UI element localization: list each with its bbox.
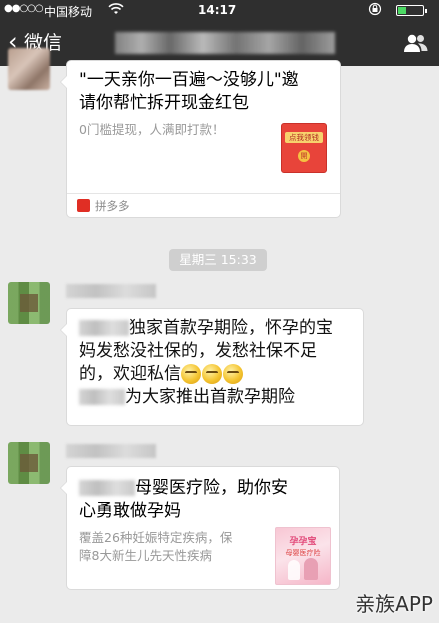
chat-message-list[interactable]: "一天亲你一百遍～没够儿"邀 请你帮忙拆开现金红包 0门槛提现，人满即打款！ 点…	[0, 48, 439, 623]
carrier-name: 中国移动	[44, 5, 93, 19]
sender-avatar[interactable]	[8, 442, 50, 484]
message-line: 的，欢迎私信	[79, 363, 361, 386]
card-source-name: 拼多多	[95, 199, 130, 213]
battery-icon	[396, 5, 427, 16]
message-line-text: 的，欢迎私信	[79, 364, 181, 384]
sender-avatar[interactable]	[8, 282, 50, 324]
thumbnail-figure	[304, 558, 318, 580]
red-packet-coin-icon: 開	[298, 150, 310, 162]
sender-name-blurred	[66, 284, 156, 298]
message-text: 独家首款孕期险，怀孕的宝 妈发愁没社保的，发愁社保不足 的，欢迎私信 为大家推出…	[79, 317, 361, 409]
card-description: 覆盖26种妊娠特定疾病，保 障8大新生儿先天性疾病	[79, 529, 274, 565]
card-title: 母婴医疗险，助你安 心勇敢做孕妈	[79, 477, 337, 523]
card-description-line: 覆盖26种妊娠特定疾病，保	[79, 530, 233, 545]
emoji-icon	[181, 364, 201, 384]
emoji-icon	[223, 364, 243, 384]
card-thumbnail: 孕孕宝 母婴医疗险	[275, 527, 331, 585]
text-message[interactable]: 独家首款孕期险，怀孕的宝 妈发愁没社保的，发愁社保不足 的，欢迎私信 为大家推出…	[60, 308, 364, 426]
redacted-text	[79, 389, 125, 405]
card-description: 0门槛提现，人满即打款！	[79, 122, 225, 137]
status-bar: ●●○○○ 中国移动 14:17	[0, 0, 439, 20]
message-line-text: 独家首款孕期险，怀孕的宝	[129, 318, 333, 338]
watermark: 亲族APP	[355, 592, 433, 616]
message-line: 为大家推出首款孕期险	[79, 386, 361, 409]
sender-avatar[interactable]	[8, 48, 50, 90]
card-title-line: "一天亲你一百遍～没够儿"邀	[79, 70, 299, 90]
message-line: 妈发愁没社保的，发愁社保不足	[79, 341, 317, 361]
card-source-footer: 拼多多	[67, 193, 340, 217]
sender-name-blurred	[66, 444, 156, 458]
signal-strength-icon: ●●○○○	[4, 3, 44, 14]
card-description-line: 障8大新生儿先天性疾病	[79, 548, 212, 563]
wifi-icon	[108, 2, 124, 19]
clock: 14:17	[198, 3, 237, 17]
pinduoduo-logo-icon	[77, 199, 90, 212]
link-card-message[interactable]: 母婴医疗险，助你安 心勇敢做孕妈 覆盖26种妊娠特定疾病，保 障8大新生儿先天性…	[60, 466, 340, 590]
redacted-text	[79, 320, 129, 336]
redacted-text	[79, 480, 135, 496]
card-title-text: 母婴医疗险，助你安	[135, 478, 288, 498]
chat-title-blurred	[115, 32, 335, 54]
message-line: 独家首款孕期险，怀孕的宝	[79, 317, 361, 340]
group-members-icon[interactable]	[403, 32, 429, 54]
message-timestamp: 星期三 15:33	[169, 249, 267, 271]
thumbnail-subtitle: 母婴医疗险	[285, 549, 321, 557]
orientation-lock-icon	[368, 2, 382, 19]
message-line-text: 为大家推出首款孕期险	[125, 387, 295, 407]
link-card-message[interactable]: "一天亲你一百遍～没够儿"邀 请你帮忙拆开现金红包 0门槛提现，人满即打款！ 点…	[60, 60, 341, 218]
card-title-line: 母婴医疗险，助你安	[79, 477, 337, 500]
emoji-icon	[202, 364, 222, 384]
card-title: "一天亲你一百遍～没够儿"邀 请你帮忙拆开现金红包	[79, 69, 337, 115]
red-packet-label: 点我领钱	[285, 132, 323, 143]
thumbnail-title: 孕孕宝	[289, 537, 317, 547]
card-title-line: 请你帮忙拆开现金红包	[79, 93, 249, 113]
red-packet-thumbnail: 点我领钱 開	[281, 123, 327, 173]
thumbnail-figure	[288, 560, 300, 580]
card-title-line: 心勇敢做孕妈	[79, 501, 181, 521]
